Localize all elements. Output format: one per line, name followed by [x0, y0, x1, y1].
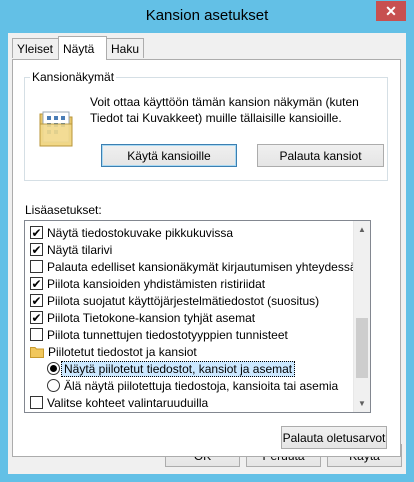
- list-item[interactable]: ✔ Piilota kansioiden yhdistämisten risti…: [30, 275, 265, 292]
- item-label: Valitse kohteet valintaruuduilla: [47, 395, 209, 410]
- scroll-up-arrow-icon[interactable]: ▲: [354, 221, 370, 238]
- restore-defaults-button[interactable]: Palauta oletusarvot: [281, 426, 387, 449]
- tab-general[interactable]: Yleiset: [12, 38, 59, 58]
- item-label: Piilota kansioiden yhdistämisten ristiri…: [47, 276, 266, 291]
- apply-to-folders-button[interactable]: Käytä kansioille: [101, 144, 237, 167]
- list-item[interactable]: Näytä piilotetut tiedostot, kansiot ja a…: [47, 360, 296, 377]
- item-label: Näytä tilarivi: [47, 242, 113, 257]
- reset-folders-button[interactable]: Palauta kansiot: [257, 144, 384, 167]
- list-item[interactable]: Palauta edelliset kansionäkymät kirjautu…: [30, 258, 357, 275]
- checkbox-checked[interactable]: ✔: [30, 226, 43, 239]
- list-item[interactable]: ✔ Piilota Tietokone-kansion tyhjät asema…: [30, 309, 255, 326]
- tab-view[interactable]: Näytä: [58, 36, 107, 60]
- checkbox-checked[interactable]: ✔: [30, 243, 43, 256]
- description-line-1: Voit ottaa käyttöön tämän kansion näkymä…: [90, 95, 359, 109]
- checkbox-unchecked[interactable]: [30, 396, 43, 409]
- dialog-client: Yleiset Näytä Haku Kansionäkymät Voit ot…: [8, 33, 406, 474]
- checkbox-unchecked[interactable]: [30, 260, 43, 273]
- list-item[interactable]: ✔ Näytä tilarivi: [30, 241, 112, 258]
- folder-views-group: Kansionäkymät Voit ottaa käyttöön tämän …: [24, 70, 390, 181]
- advanced-settings-list: ✔ Näytä tiedostokuvake pikkukuvissa ✔ Nä…: [24, 220, 371, 413]
- list-item[interactable]: ✔ Piilota suojatut käyttöjärjestelmätied…: [30, 292, 319, 309]
- checkbox-unchecked[interactable]: [30, 328, 43, 341]
- item-label: Näytä piilotetut tiedostot, kansiot ja a…: [61, 360, 296, 377]
- list-item[interactable]: Piilota tunnettujen tiedostotyyppien tun…: [30, 326, 288, 343]
- checkbox-checked[interactable]: ✔: [30, 294, 43, 307]
- list-scrollbar[interactable]: ▲ ▼: [353, 221, 370, 412]
- radio-unselected[interactable]: [47, 379, 60, 392]
- tab-search[interactable]: Haku: [106, 38, 144, 58]
- close-button[interactable]: ✕: [376, 1, 406, 21]
- item-label: Piilotetut tiedostot ja kansiot: [48, 344, 197, 359]
- scroll-thumb[interactable]: [356, 318, 368, 378]
- folder-icon: [30, 346, 44, 358]
- radio-selected[interactable]: [47, 362, 60, 375]
- title-bar[interactable]: Kansion asetukset ✕: [0, 0, 414, 33]
- window-title: Kansion asetukset: [145, 7, 269, 24]
- folder-views-description: Voit ottaa käyttöön tämän kansion näkymä…: [90, 94, 390, 126]
- folder-options-window: Kansion asetukset ✕ Yleiset Näytä Haku K…: [0, 0, 414, 482]
- list-item: Piilotetut tiedostot ja kansiot: [30, 343, 197, 360]
- folder-view-icon: [39, 111, 73, 147]
- description-line-2: Tiedot tai Kuvakkeet) muille tällaisille…: [90, 111, 342, 125]
- view-tab-panel: Kansionäkymät Voit ottaa käyttöön tämän …: [12, 59, 401, 457]
- checkbox-checked[interactable]: ✔: [30, 311, 43, 324]
- advanced-settings-label: Lisäasetukset:: [25, 203, 102, 217]
- list-item[interactable]: ✔ Näytä tiedostokuvake pikkukuvissa: [30, 224, 233, 241]
- folder-views-label: Kansionäkymät: [30, 70, 117, 84]
- item-label: Piilota suojatut käyttöjärjestelmätiedos…: [47, 293, 320, 308]
- item-label: Näytä tiedostokuvake pikkukuvissa: [47, 225, 234, 240]
- checkbox-checked[interactable]: ✔: [30, 277, 43, 290]
- scroll-down-arrow-icon[interactable]: ▼: [354, 395, 370, 412]
- item-label: Piilota tunnettujen tiedostotyyppien tun…: [47, 327, 288, 342]
- close-icon: ✕: [385, 2, 397, 19]
- item-label: Palauta edelliset kansionäkymät kirjautu…: [47, 259, 357, 274]
- item-label: Piilota Tietokone-kansion tyhjät asemat: [47, 310, 256, 325]
- item-label: Älä näytä piilotettuja tiedostoja, kansi…: [64, 378, 339, 393]
- list-item[interactable]: Älä näytä piilotettuja tiedostoja, kansi…: [47, 377, 338, 394]
- list-item[interactable]: Valitse kohteet valintaruuduilla: [30, 394, 208, 411]
